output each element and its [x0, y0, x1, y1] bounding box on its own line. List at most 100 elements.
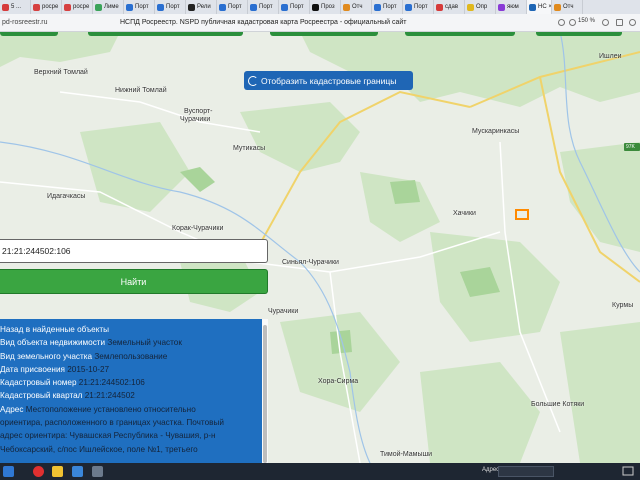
road-shield-label: 97K: [626, 144, 635, 150]
info-row: Кадастровый номер 21:21:244502:106: [0, 376, 262, 389]
browser-tab[interactable]: Опр: [465, 0, 496, 14]
tab-label: Порт: [166, 4, 180, 10]
browser-tab[interactable]: Порт: [155, 0, 186, 14]
tab-favicon-icon: [64, 3, 71, 11]
translate-icon[interactable]: [558, 19, 565, 26]
download-icon[interactable]: [616, 19, 623, 26]
place-label: Мускаринкасы: [472, 128, 520, 135]
menu-icon[interactable]: [629, 19, 636, 26]
browser-tab[interactable]: 5 ...: [0, 0, 31, 14]
top-button-2[interactable]: [88, 32, 243, 36]
browser-tab[interactable]: Порт: [403, 0, 434, 14]
tab-label: Порт: [414, 4, 428, 10]
tab-label: Порт: [135, 4, 149, 10]
address-line: ориентира, расположенного в границах уча…: [0, 418, 224, 428]
tab-label: НС ×: [538, 4, 552, 10]
browser-tab[interactable]: росре: [62, 0, 93, 14]
browser-tab[interactable]: Порт: [124, 0, 155, 14]
info-value[interactable]: 2015-10-27: [67, 365, 109, 374]
info-key: Вид земельного участка: [0, 351, 93, 361]
place-label: Большие Котяки: [531, 401, 585, 408]
tab-favicon-icon: [436, 3, 443, 11]
browser-tab[interactable]: Отч: [552, 0, 583, 14]
info-key: Вид объекта недвижимости: [0, 338, 106, 348]
find-button[interactable]: Найти: [0, 269, 268, 294]
object-info-panel: Назад в найденные объекты Вид объекта не…: [0, 319, 262, 463]
info-row: Вид объекта недвижимости Земельный участ…: [0, 336, 262, 349]
browser-tab[interactable]: Рели: [186, 0, 217, 14]
browser-tab[interactable]: Лиме: [93, 0, 124, 14]
info-panel-scrollbar[interactable]: [262, 319, 268, 463]
top-button-4[interactable]: [405, 32, 515, 36]
show-cadastral-borders-label: Отобразить кадастровые границы: [261, 75, 397, 86]
browser-tab[interactable]: яюм: [496, 0, 527, 14]
page-title: НСПД Росреестр. NSPD публичная кадастров…: [120, 19, 407, 26]
tab-label: Порт: [383, 4, 397, 10]
tab-label: Рели: [197, 4, 211, 10]
place-label: Ишлеи: [599, 53, 622, 60]
zoom-icon[interactable]: [569, 19, 576, 26]
info-value[interactable]: Землепользование: [94, 352, 167, 361]
tab-favicon-icon: [126, 3, 133, 11]
tab-favicon-icon: [529, 3, 536, 11]
tab-favicon-icon: [157, 3, 164, 11]
tab-favicon-icon: [374, 3, 381, 11]
info-value[interactable]: 21:21:244502:106: [79, 378, 145, 387]
cadastral-map[interactable]: Верхний Томлай Нижний Томлай Вуспорт- Чу…: [0, 32, 640, 463]
taskbar-address-field[interactable]: [498, 466, 554, 477]
refresh-icon: [248, 75, 258, 86]
place-label: Идагачкасы: [47, 193, 86, 200]
yandex-browser-icon[interactable]: [33, 466, 44, 477]
place-label: Хачики: [453, 210, 476, 217]
cadastral-search-input[interactable]: 21:21:244502:106: [0, 239, 268, 263]
tab-favicon-icon: [33, 3, 40, 11]
tab-favicon-icon: [95, 3, 102, 11]
browser-tab[interactable]: Отч: [341, 0, 372, 14]
show-cadastral-borders-button[interactable]: Отобразить кадастровые границы: [244, 71, 413, 90]
start-icon[interactable]: [3, 466, 14, 477]
browser-tab[interactable]: Проз: [310, 0, 341, 14]
taskbar-address-label: Адрес: [482, 467, 500, 473]
tab-label: Лиме: [104, 4, 119, 10]
browser-tab[interactable]: Порт: [217, 0, 248, 14]
browser-tab[interactable]: сдав: [434, 0, 465, 14]
top-button-1[interactable]: [0, 32, 58, 36]
info-value[interactable]: 21:21:244502: [85, 391, 135, 400]
tab-favicon-icon: [467, 3, 474, 11]
tab-label: сдав: [445, 4, 459, 10]
app-icon[interactable]: [92, 466, 103, 477]
tab-label: Порт: [228, 4, 242, 10]
back-to-results-link[interactable]: Назад в найденные объекты: [0, 323, 262, 336]
tab-label: Опр: [476, 4, 488, 10]
top-button-3[interactable]: [270, 32, 378, 36]
top-button-5[interactable]: [536, 32, 622, 36]
tab-favicon-icon: [2, 3, 9, 11]
browser-tab[interactable]: росре: [31, 0, 62, 14]
address-line: Местоположение установлено относительно: [25, 404, 196, 414]
bookmark-icon[interactable]: [602, 19, 609, 26]
url-field[interactable]: pd-rosreestr.ru: [2, 19, 48, 26]
tab-favicon-icon: [250, 3, 257, 11]
info-row-address: Адрес Местоположение установлено относит…: [0, 403, 262, 416]
app-icon[interactable]: [72, 466, 83, 477]
zoom-level[interactable]: 150 %: [578, 18, 595, 24]
tab-label: Порт: [259, 4, 273, 10]
tab-label: Отч: [352, 4, 363, 10]
tab-label: росре: [42, 4, 59, 10]
browser-tab[interactable]: Порт: [248, 0, 279, 14]
place-label: Верхний Томлай: [34, 69, 88, 76]
browser-tab[interactable]: Порт: [279, 0, 310, 14]
tab-favicon-icon: [498, 3, 505, 11]
browser-tab[interactable]: НС ×: [527, 0, 552, 14]
folder-icon[interactable]: [52, 466, 63, 477]
info-key: Кадастровый номер: [0, 378, 77, 388]
selected-parcel[interactable]: [515, 209, 529, 220]
place-label: Синьял-Чурачики: [282, 259, 339, 266]
scrollbar-thumb[interactable]: [263, 325, 267, 463]
tab-favicon-icon: [312, 3, 319, 11]
info-key: Дата присвоения: [0, 364, 65, 374]
browser-tab[interactable]: Порт: [372, 0, 403, 14]
info-value[interactable]: Земельный участок: [107, 338, 182, 347]
place-label: Корак-Чурачики: [172, 225, 224, 232]
address-line: адрес ориентира: Чувашская Республика - …: [0, 431, 216, 441]
